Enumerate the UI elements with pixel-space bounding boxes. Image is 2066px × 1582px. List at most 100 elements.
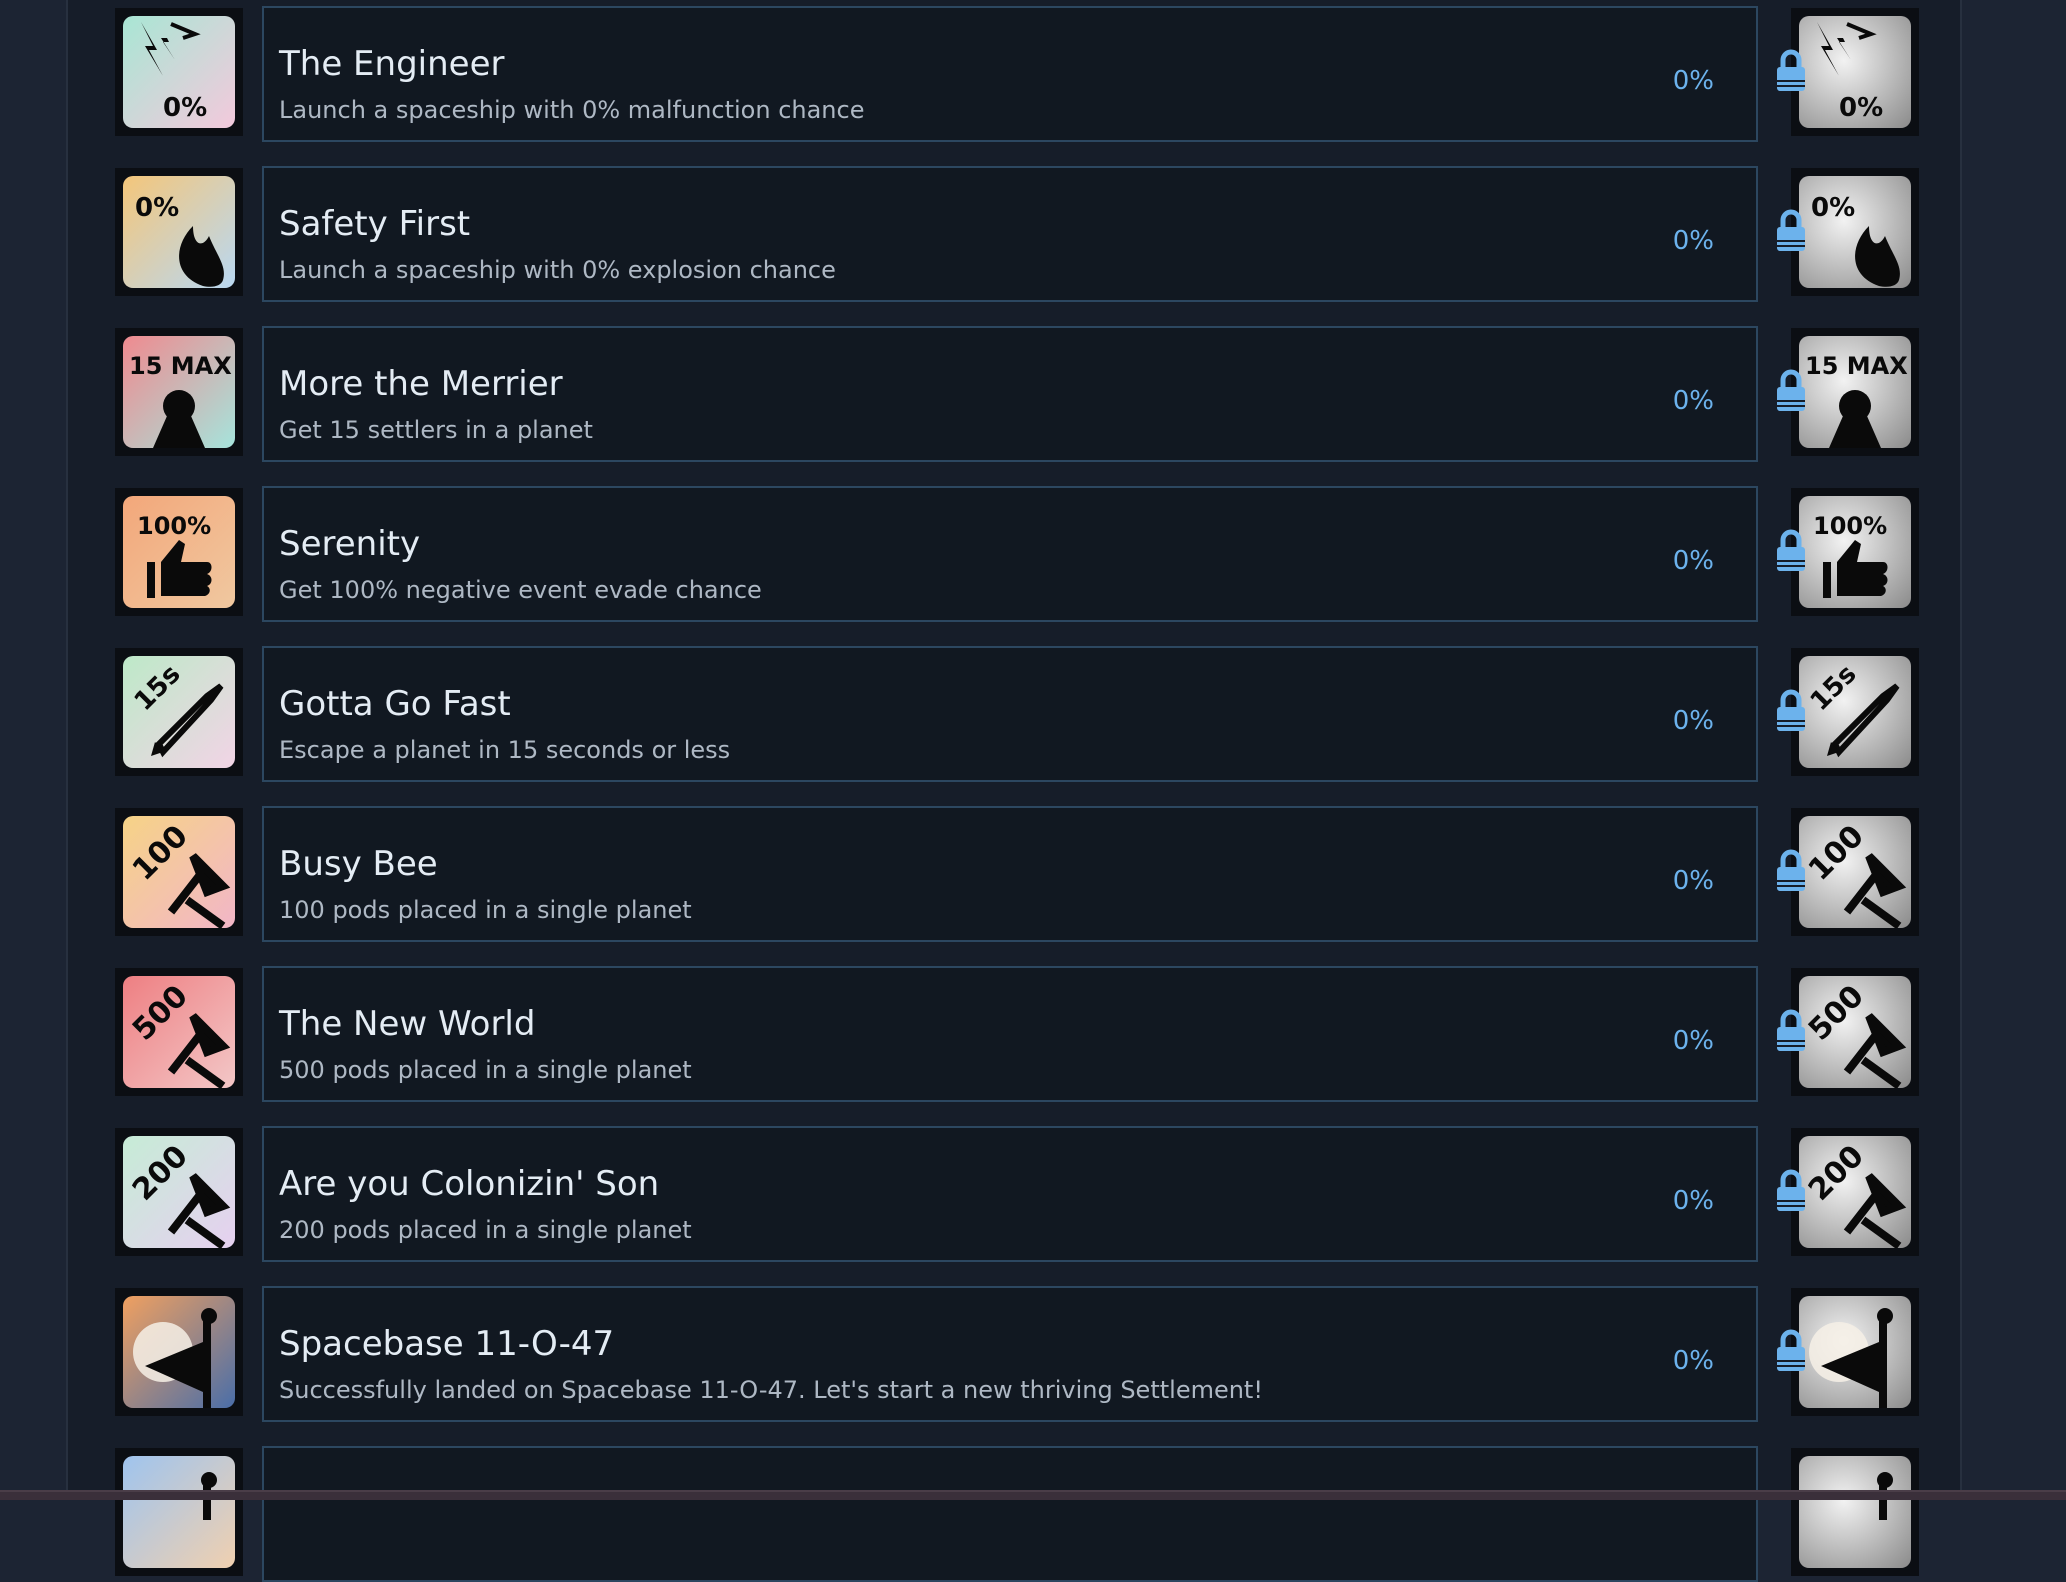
achievement-badge-text: 0% — [1811, 193, 1855, 223]
achievement-icon-tile: 500 — [115, 968, 243, 1096]
flame-0pct-icon: 0% — [123, 176, 235, 288]
lightning-0pct-icon: 0% — [123, 16, 235, 128]
achievement-badge-text: 100 — [1802, 819, 1871, 888]
achievement-description: Launch a spaceship with 0% explosion cha… — [279, 256, 836, 284]
pods-100-icon: 100 — [1799, 816, 1911, 928]
achievement-row: 100%SerenityGet 100% negative event evad… — [68, 480, 1960, 617]
achievement-locked-icon-tile: 500 — [1791, 968, 1919, 1096]
rocket-15s-icon: 15s — [1799, 656, 1911, 768]
lock-icon — [1774, 526, 1808, 574]
achievement-row: 0%The EngineerLaunch a spaceship with 0%… — [68, 0, 1960, 137]
lightning-0pct-icon: 0% — [1799, 16, 1911, 128]
achievement-icon-tile: 15 MAX — [115, 328, 243, 456]
achievement-card[interactable]: Busy Bee100 pods placed in a single plan… — [262, 806, 1758, 942]
flame-0pct-icon: 0% — [1799, 176, 1911, 288]
thumbs-up-100pct-icon-glyph: 100% — [1799, 496, 1911, 608]
achievement-badge-text: 500 — [1802, 979, 1871, 1048]
achievement-card[interactable]: Are you Colonizin' Son200 pods placed in… — [262, 1126, 1758, 1262]
lightning-0pct-icon-glyph: 0% — [123, 16, 235, 128]
achievement-icon-tile — [115, 1288, 243, 1416]
pods-200-icon-glyph: 200 — [123, 1136, 235, 1248]
partial-next-icon — [123, 1456, 235, 1568]
pods-500-icon-glyph: 500 — [123, 976, 235, 1088]
pods-200-icon: 200 — [123, 1136, 235, 1248]
flag-planet-icon — [1799, 1296, 1911, 1408]
settler-15max-icon-glyph: 15 MAX — [1799, 336, 1911, 448]
achievement-description: Escape a planet in 15 seconds or less — [279, 736, 730, 764]
bottom-bar — [0, 1490, 2066, 1500]
achievement-title: Safety First — [279, 204, 470, 244]
achievement-row — [68, 1440, 1960, 1577]
achievement-row: 100Busy Bee100 pods placed in a single p… — [68, 800, 1960, 937]
achievement-row: Spacebase 11-O-47Successfully landed on … — [68, 1280, 1960, 1417]
pods-100-icon-glyph: 100 — [1799, 816, 1911, 928]
achievement-badge-text: 100% — [1813, 512, 1887, 540]
achievement-badge-text: 0% — [135, 193, 179, 223]
achievement-unlock-percent: 0% — [1673, 66, 1714, 96]
achievement-locked-icon-tile: 15 MAX — [1791, 328, 1919, 456]
achievement-card[interactable]: Spacebase 11-O-47Successfully landed on … — [262, 1286, 1758, 1422]
lock-icon — [1774, 1326, 1808, 1374]
achievement-icon-tile: 100 — [115, 808, 243, 936]
achievement-row: 200Are you Colonizin' Son200 pods placed… — [68, 1120, 1960, 1257]
achievement-row: 0% Safety First Launch a spaceship with 0%… — [68, 160, 1960, 297]
settler-15max-icon: 15 MAX — [123, 336, 235, 448]
achievement-description: 100 pods placed in a single planet — [279, 896, 692, 924]
pods-100-icon: 100 — [123, 816, 235, 928]
lightning-0pct-icon-glyph: 0% — [1799, 16, 1911, 128]
flame-0pct-icon-glyph: 0% — [123, 176, 235, 288]
pods-200-icon: 200 — [1799, 1136, 1911, 1248]
rocket-15s-icon-glyph: 15s — [123, 656, 235, 768]
achievement-card[interactable]: The New World 500 pods placed in a single… — [262, 966, 1758, 1102]
achievement-unlock-percent: 0% — [1673, 386, 1714, 416]
pods-500-icon-glyph: 500 — [1799, 976, 1911, 1088]
achievement-locked-icon-tile: 0% — [1791, 168, 1919, 296]
achievement-title: The New World — [279, 1004, 535, 1044]
achievement-card[interactable]: More the Merrier Get 15 settlers in a pla… — [262, 326, 1758, 462]
achievement-card[interactable]: The EngineerLaunch a spaceship with 0% m… — [262, 6, 1758, 142]
thumbs-up-100pct-icon-glyph: 100% — [123, 496, 235, 608]
achievement-badge-text: 15 MAX — [1805, 352, 1908, 380]
achievement-locked-icon-tile — [1791, 1288, 1919, 1416]
achievement-unlock-percent: 0% — [1673, 226, 1714, 256]
flag-planet-icon-glyph — [1799, 1296, 1911, 1408]
achievement-description: 500 pods placed in a single planet — [279, 1056, 692, 1084]
achievement-icon-tile: 15s — [115, 648, 243, 776]
achievement-locked-icon-tile: 100% — [1791, 488, 1919, 616]
partial-next-icon — [1799, 1456, 1911, 1568]
achievement-title: More the Merrier — [279, 364, 563, 404]
lock-icon — [1774, 206, 1808, 254]
achievement-locked-icon-tile: 0% — [1791, 8, 1919, 136]
rocket-15s-icon-glyph: 15s — [1799, 656, 1911, 768]
flame-0pct-icon-glyph: 0% — [1799, 176, 1911, 288]
achievement-icon-tile: 0% — [115, 8, 243, 136]
achievement-row: 15sGotta Go FastEscape a planet in 15 se… — [68, 640, 1960, 777]
achievement-unlock-percent: 0% — [1673, 1186, 1714, 1216]
achievement-card[interactable]: Gotta Go FastEscape a planet in 15 secon… — [262, 646, 1758, 782]
achievement-row: 15 MAX More the Merrier Get 15 settlers in… — [68, 320, 1960, 457]
lock-icon — [1774, 1006, 1808, 1054]
achievement-card[interactable]: SerenityGet 100% negative event evade ch… — [262, 486, 1758, 622]
partial-next-icon-glyph — [123, 1456, 235, 1568]
pods-500-icon: 500 — [1799, 976, 1911, 1088]
achievement-badge-text: 15s — [129, 659, 187, 717]
achievement-unlock-percent: 0% — [1673, 706, 1714, 736]
achievement-badge-text: 15 MAX — [129, 352, 232, 380]
achievement-icon-tile: 100% — [115, 488, 243, 616]
pods-100-icon-glyph: 100 — [123, 816, 235, 928]
achievement-locked-icon-tile: 15s — [1791, 648, 1919, 776]
achievement-description: Get 15 settlers in a planet — [279, 416, 593, 444]
thumbs-up-100pct-icon: 100% — [1799, 496, 1911, 608]
achievement-card[interactable]: Safety First Launch a spaceship with 0% e… — [262, 166, 1758, 302]
thumbs-up-100pct-icon: 100% — [123, 496, 235, 608]
achievement-icon-tile: 0% — [115, 168, 243, 296]
achievement-badge-text: 100% — [137, 512, 211, 540]
achievement-card[interactable] — [262, 1446, 1758, 1582]
achievement-badge-text: 0% — [1839, 93, 1883, 123]
achievement-locked-icon-tile — [1791, 1448, 1919, 1576]
lock-icon — [1774, 46, 1808, 94]
achievement-badge-text: 15s — [1805, 659, 1863, 717]
pods-200-icon-glyph: 200 — [1799, 1136, 1911, 1248]
achievement-badge-text: 200 — [126, 1139, 195, 1208]
achievement-locked-icon-tile: 100 — [1791, 808, 1919, 936]
